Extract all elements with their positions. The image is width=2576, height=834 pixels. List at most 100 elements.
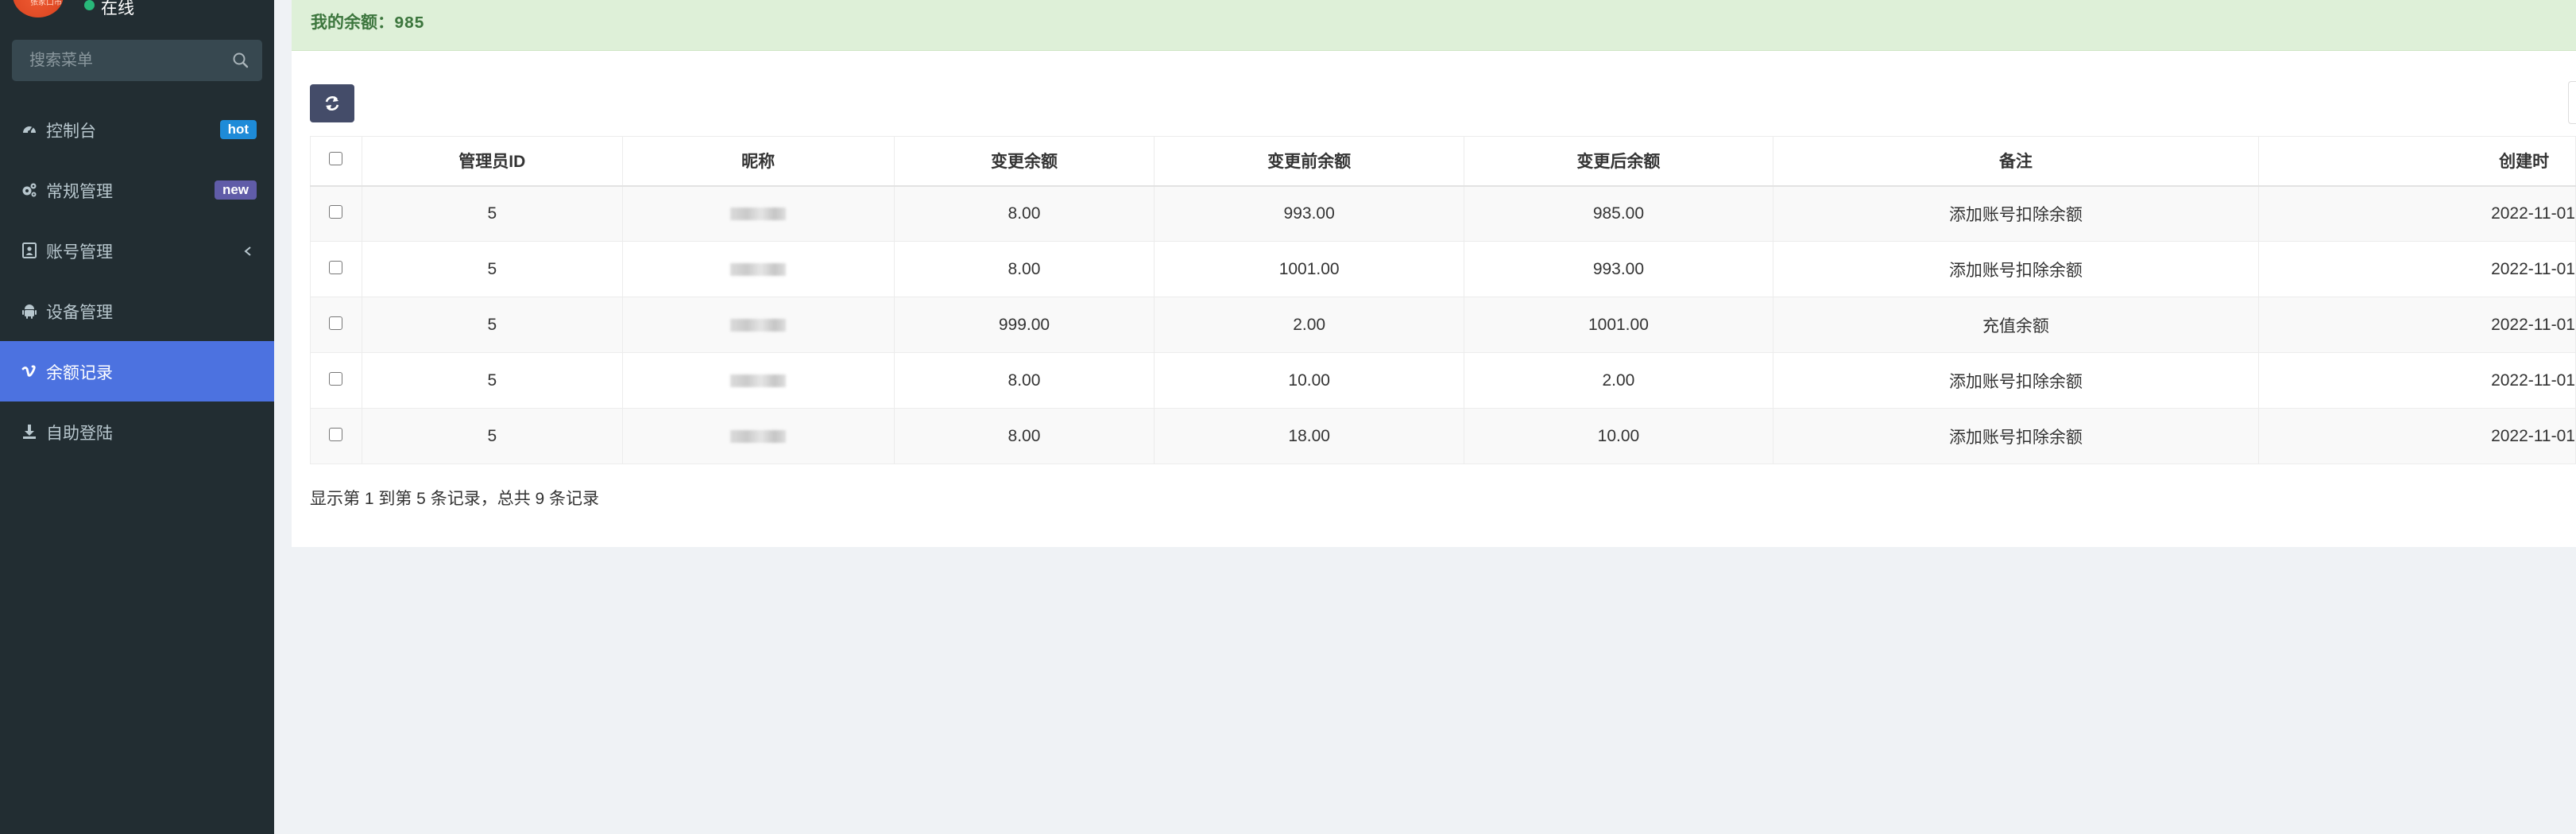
sidebar-menu: 控制台 hot 常规管理 new 账号管理 设备管理 余额记录 自助登陆 (0, 99, 274, 462)
row-select-cell (310, 297, 362, 353)
pagination-info: 显示第 1 到第 5 条记录，总共 9 条记录 (310, 490, 600, 508)
redacted-nickname (730, 318, 787, 332)
select-all-cell (310, 136, 362, 186)
sidebar-item-devices[interactable]: 设备管理 (0, 281, 274, 341)
sidebar-item-self-login[interactable]: 自助登陆 (0, 401, 274, 462)
nickname-cell (621, 352, 895, 409)
online-status-dot (84, 0, 95, 10)
nickname-cell (621, 408, 895, 464)
avatar-logo-text: 张家口市 (30, 0, 62, 7)
sidebar-item-balance-records[interactable]: 余额记录 (0, 341, 274, 401)
change-amount-cell: 999.00 (893, 297, 1155, 353)
column-header[interactable]: 管理员ID (361, 136, 623, 186)
column-header[interactable]: 变更余额 (893, 136, 1155, 186)
change-amount-cell: 8.00 (893, 408, 1155, 464)
balance-text: 我的余额：985 (311, 15, 424, 33)
balance-after-cell: 10.00 (1464, 408, 1773, 464)
balance-after-cell: 2.00 (1464, 352, 1773, 409)
balance-alert: 我的余额：985 (292, 0, 2576, 51)
admin-id-cell: 5 (361, 185, 623, 242)
balance-records-table: 管理员ID 昵称 变更余额 变更前余额 变更后余额 备注 创建时 5 8.00 … (310, 136, 2576, 464)
table-row: 5 8.00 1001.00 993.00 添加账号扣除余额 2022-11-0… (310, 241, 2576, 297)
cogs-icon (21, 181, 38, 199)
change-amount-cell: 8.00 (893, 352, 1155, 409)
sidebar-item-label: 控制台 (46, 122, 96, 141)
table-row: 5 8.00 10.00 2.00 添加账号扣除余额 2022-11-01 (310, 352, 2576, 409)
sidebar-item-dashboard[interactable]: 控制台 hot (0, 99, 274, 160)
row-checkbox[interactable] (329, 316, 343, 330)
column-header[interactable]: 变更后余额 (1464, 136, 1773, 186)
menu-search-input[interactable] (12, 40, 226, 81)
vimeo-icon (21, 363, 38, 380)
chevron-left-icon (242, 244, 253, 258)
refresh-icon (325, 96, 339, 111)
change-amount-cell: 8.00 (893, 185, 1155, 242)
column-header[interactable]: 备注 (1772, 136, 2260, 186)
new-badge: new (214, 180, 257, 200)
column-header[interactable]: 变更前余额 (1154, 136, 1465, 186)
admin-id-cell: 5 (361, 297, 623, 353)
balance-before-cell: 2.00 (1154, 297, 1465, 353)
download-icon (21, 423, 38, 440)
balance-before-cell: 10.00 (1154, 352, 1465, 409)
created-at-cell: 2022-11-01 (2258, 297, 2576, 353)
online-status-text: 在线 (101, 0, 134, 17)
note-cell: 充值余额 (1772, 297, 2260, 353)
avatar[interactable]: 张家口市 (13, 0, 64, 17)
table-row: 5 999.00 2.00 1001.00 充值余额 2022-11-01 (310, 297, 2576, 353)
main-content: 我的余额：985 管理员ID 昵称 变更余额 变更前余额 变更后余额 备注 创建… (274, 0, 2576, 834)
row-checkbox[interactable] (329, 427, 343, 441)
row-select-cell (310, 241, 362, 297)
hot-badge: hot (219, 120, 257, 139)
balance-after-cell: 1001.00 (1464, 297, 1773, 353)
admin-id-cell: 5 (361, 352, 623, 409)
created-at-cell: 2022-11-01 (2258, 352, 2576, 409)
search-icon[interactable] (230, 50, 251, 71)
created-at-cell: 2022-11-01 (2258, 185, 2576, 242)
balance-after-cell: 993.00 (1464, 241, 1773, 297)
sidebar-item-label: 自助登陆 (46, 425, 113, 443)
id-card-icon (21, 242, 38, 259)
row-checkbox[interactable] (329, 260, 343, 274)
sidebar-item-label: 余额记录 (46, 364, 113, 382)
nickname-cell (621, 241, 895, 297)
sidebar-item-label: 设备管理 (46, 304, 113, 322)
redacted-nickname (730, 262, 787, 276)
sidebar-item-accounts[interactable]: 账号管理 (0, 220, 274, 281)
table-header-row: 管理员ID 昵称 变更余额 变更前余额 变更后余额 备注 创建时 (310, 136, 2576, 186)
redacted-nickname (730, 208, 787, 221)
admin-id-cell: 5 (361, 408, 623, 464)
row-select-cell (310, 408, 362, 464)
dashboard-icon (21, 121, 38, 138)
sidebar-item-label: 账号管理 (46, 243, 113, 262)
change-amount-cell: 8.00 (893, 241, 1155, 297)
balance-before-cell: 993.00 (1154, 185, 1465, 242)
row-checkbox[interactable] (329, 204, 343, 219)
note-cell: 添加账号扣除余额 (1772, 241, 2260, 297)
user-panel: 张家口市 在线 (0, 0, 274, 32)
row-checkbox[interactable] (329, 371, 343, 386)
nickname-cell (621, 297, 895, 353)
column-header[interactable]: 昵称 (621, 136, 895, 186)
table-row: 5 8.00 993.00 985.00 添加账号扣除余额 2022-11-01 (310, 185, 2576, 242)
created-at-cell: 2022-11-01 (2258, 408, 2576, 464)
balance-before-cell: 18.00 (1154, 408, 1465, 464)
android-icon (21, 302, 38, 320)
redacted-nickname (730, 429, 787, 443)
refresh-button[interactable] (310, 84, 354, 122)
row-select-cell (310, 185, 362, 242)
admin-id-cell: 5 (361, 241, 623, 297)
sidebar: 张家口市 在线 控制台 hot (0, 0, 274, 834)
redacted-nickname (730, 374, 787, 387)
menu-search (12, 40, 262, 81)
balance-after-cell: 985.00 (1464, 185, 1773, 242)
created-at-cell: 2022-11-01 (2258, 241, 2576, 297)
note-cell: 添加账号扣除余额 (1772, 185, 2260, 242)
select-all-checkbox[interactable] (329, 152, 343, 166)
note-cell: 添加账号扣除余额 (1772, 352, 2260, 409)
toolbar-button[interactable] (2568, 81, 2576, 124)
nickname-cell (621, 185, 895, 242)
column-header[interactable]: 创建时 (2258, 136, 2576, 186)
balance-before-cell: 1001.00 (1154, 241, 1465, 297)
sidebar-item-general[interactable]: 常规管理 new (0, 160, 274, 220)
